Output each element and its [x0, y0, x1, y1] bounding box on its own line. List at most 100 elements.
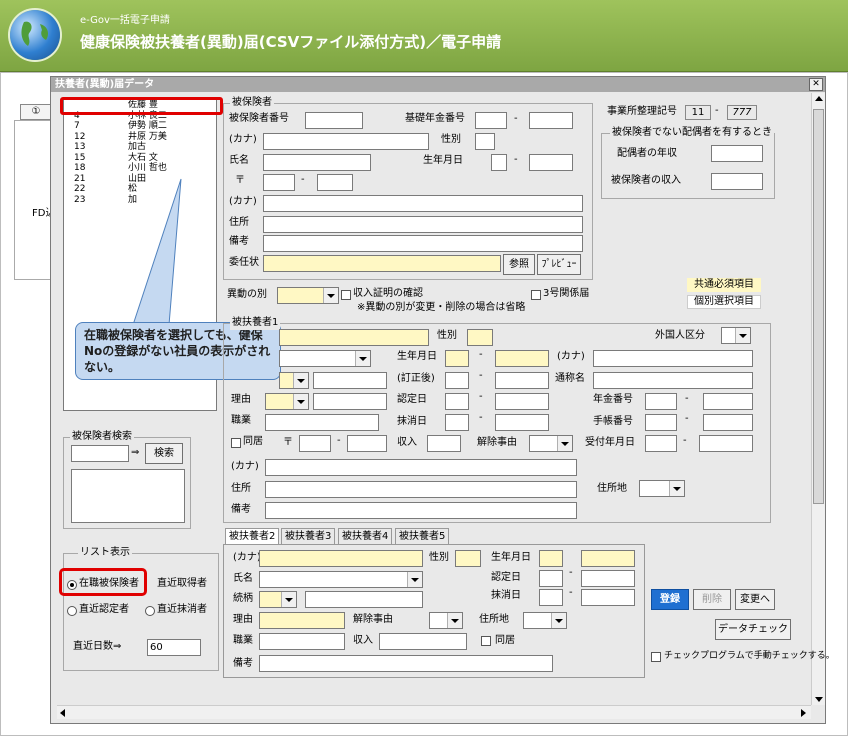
insured-birth-input-2[interactable]: [529, 154, 573, 171]
dep2-release-reason-chevron-down-icon[interactable]: [447, 613, 462, 628]
dep1-name-select[interactable]: [279, 350, 371, 367]
insured-address-kana-input[interactable]: [263, 195, 583, 212]
dep1-handbook-input-1[interactable]: [645, 414, 677, 431]
dep1-pension-input-1[interactable]: [645, 393, 677, 410]
insured-postal-input-2[interactable]: [317, 174, 353, 191]
dep1-relation-select[interactable]: [279, 372, 309, 389]
dep2-release-reason-select[interactable]: [429, 612, 463, 629]
dep1-residence-chevron-down-icon[interactable]: [669, 481, 684, 496]
dep2-residence-chevron-down-icon[interactable]: [551, 613, 566, 628]
browse-button[interactable]: 参照: [503, 254, 535, 275]
dep1-gender-input[interactable]: [467, 329, 493, 346]
list-item[interactable]: 7 伊勢 順二: [64, 121, 216, 132]
dep1-foreign-select[interactable]: [721, 327, 751, 344]
dep1-name-chevron-down-icon[interactable]: [355, 351, 370, 366]
dep1-cert-date-input-1[interactable]: [445, 393, 469, 410]
dep1-reason-select[interactable]: [265, 393, 309, 410]
list-item[interactable]: 12 井原 万美: [64, 132, 216, 143]
dep1-address-kana-input[interactable]: [265, 459, 577, 476]
tab-dependent-3[interactable]: 被扶養者3: [281, 528, 336, 544]
data-check-button[interactable]: データチェック: [715, 619, 791, 640]
proxy-input[interactable]: [263, 255, 501, 272]
dep1-cohabit-checkbox[interactable]: [231, 438, 241, 448]
dep1-postal-input-2[interactable]: [347, 435, 387, 452]
change-type-chevron-down-icon[interactable]: [323, 288, 338, 303]
horizontal-scrollbar[interactable]: [57, 705, 811, 719]
option-recent-cert-radio[interactable]: [67, 606, 77, 616]
dep1-reason-chevron-down-icon[interactable]: [293, 394, 308, 409]
vertical-scrollbar[interactable]: [811, 93, 825, 705]
delete-button[interactable]: 削除: [693, 589, 731, 610]
dep2-residence-select[interactable]: [523, 612, 567, 629]
dep2-relation-input[interactable]: [305, 591, 423, 608]
dep1-relation-input[interactable]: [313, 372, 387, 389]
insured-kana-input[interactable]: [263, 133, 429, 150]
spouse-income-input[interactable]: [711, 145, 763, 162]
dep1-reason-input[interactable]: [313, 393, 387, 410]
dep1-birth-input-2[interactable]: [495, 350, 549, 367]
manual-check-checkbox[interactable]: [651, 652, 661, 662]
dep1-birth-input-1[interactable]: [445, 350, 469, 367]
insured-name-input[interactable]: [263, 154, 371, 171]
insured-birth-input-1[interactable]: [491, 154, 507, 171]
dep1-release-reason-select[interactable]: [529, 435, 573, 452]
dep2-relation-select[interactable]: [259, 591, 297, 608]
dep1-address-input[interactable]: [265, 481, 577, 498]
recent-days-input[interactable]: 60: [147, 639, 201, 656]
insured-postal-input-1[interactable]: [263, 174, 295, 191]
dep2-cert-date-input-1[interactable]: [539, 570, 563, 587]
dep2-remarks-input[interactable]: [259, 655, 553, 672]
scroll-right-arrow-icon[interactable]: [801, 709, 806, 717]
dep1-corrected-input-2[interactable]: [495, 372, 549, 389]
dep2-income-input[interactable]: [379, 633, 467, 650]
type3-checkbox[interactable]: [531, 290, 541, 300]
income-cert-checkbox[interactable]: [341, 290, 351, 300]
search-results[interactable]: [71, 469, 185, 523]
insured-address-input[interactable]: [263, 216, 583, 233]
dep1-remarks-input[interactable]: [265, 502, 577, 519]
dep2-erase-date-input-1[interactable]: [539, 589, 563, 606]
change-button[interactable]: 変更へ: [735, 589, 775, 610]
search-input[interactable]: [71, 445, 129, 462]
option-recent-erase-radio[interactable]: [145, 606, 155, 616]
dep2-cert-date-input-2[interactable]: [581, 570, 635, 587]
tab-dependent-5[interactable]: 被扶養者5: [395, 528, 450, 544]
dep1-received-date-input-1[interactable]: [645, 435, 677, 452]
dep1-received-date-input-2[interactable]: [699, 435, 753, 452]
list-item[interactable]: 18 小川 哲也: [64, 163, 216, 174]
scroll-up-arrow-icon[interactable]: [815, 96, 823, 101]
dep1-release-reason-chevron-down-icon[interactable]: [557, 436, 572, 451]
dep2-erase-date-input-2[interactable]: [581, 589, 635, 606]
option-employed-radio[interactable]: [67, 580, 77, 590]
scroll-down-arrow-icon[interactable]: [815, 697, 823, 702]
dep2-name-select[interactable]: [259, 571, 423, 588]
dep2-gender-input[interactable]: [455, 550, 481, 567]
dep1-alias-kana-input[interactable]: [593, 350, 753, 367]
dep1-corrected-input-1[interactable]: [445, 372, 469, 389]
insured-gender-input[interactable]: [475, 133, 495, 150]
dep1-relation-chevron-down-icon[interactable]: [293, 373, 308, 388]
close-button[interactable]: ✕: [809, 78, 823, 91]
dep2-birth-input-1[interactable]: [539, 550, 563, 567]
dep2-kana-input[interactable]: [259, 550, 423, 567]
dep1-handbook-input-2[interactable]: [703, 414, 753, 431]
dep1-cert-date-input-2[interactable]: [495, 393, 549, 410]
dep1-income-input[interactable]: [427, 435, 461, 452]
dep1-kana-input[interactable]: [279, 329, 429, 346]
dep2-cohabit-checkbox[interactable]: [481, 636, 491, 646]
search-button[interactable]: 検索: [145, 443, 183, 464]
dep1-alias-input[interactable]: [593, 372, 753, 389]
dep1-foreign-chevron-down-icon[interactable]: [735, 328, 750, 343]
insured-remarks-input[interactable]: [263, 235, 583, 252]
insured-income-input[interactable]: [711, 173, 763, 190]
dep1-postal-input-1[interactable]: [299, 435, 331, 452]
dep2-reason-input[interactable]: [259, 612, 345, 629]
insured-no-input[interactable]: [305, 112, 363, 129]
list-item[interactable]: 15 大石 文: [64, 153, 216, 164]
preview-button[interactable]: ﾌﾟﾚﾋﾞｭｰ: [537, 254, 581, 275]
change-type-select[interactable]: [277, 287, 339, 304]
pension-no-input-1[interactable]: [475, 112, 507, 129]
dep1-residence-select[interactable]: [639, 480, 685, 497]
dep2-birth-input-2[interactable]: [581, 550, 635, 567]
scroll-thumb[interactable]: [813, 109, 824, 504]
